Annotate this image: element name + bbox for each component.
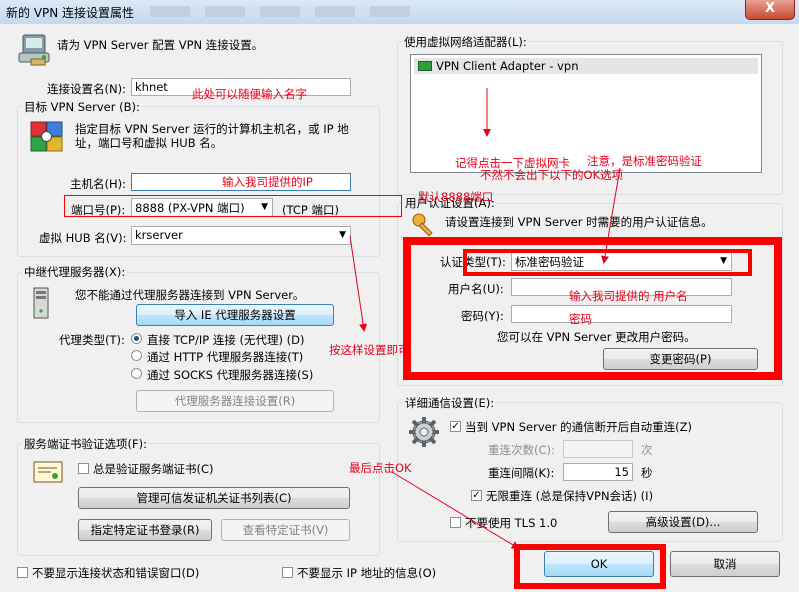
annotation-user-hint: 输入我司提供的 用户名 [569, 289, 688, 303]
annotation-host-hint: 输入我司提供的IP [222, 175, 313, 189]
annotation-proxy-hint: 按这样设置即可 [329, 343, 410, 357]
ok-arrow [391, 471, 520, 550]
annotation-name-hint: 此处可以随便输入名字 [192, 87, 307, 101]
annotation-adapter-hint2: 不然不会出下以下的OK选项 [480, 168, 624, 182]
annotation-pass-hint: 密码 [569, 312, 592, 326]
annotation-auth-hint: 注意，是标准密码验证 [587, 154, 702, 168]
annotation-ok-hint: 最后点击OK [349, 461, 412, 475]
proxy-arrow [349, 235, 368, 332]
annotation-port-hint: 默认8888端口 [418, 190, 494, 204]
